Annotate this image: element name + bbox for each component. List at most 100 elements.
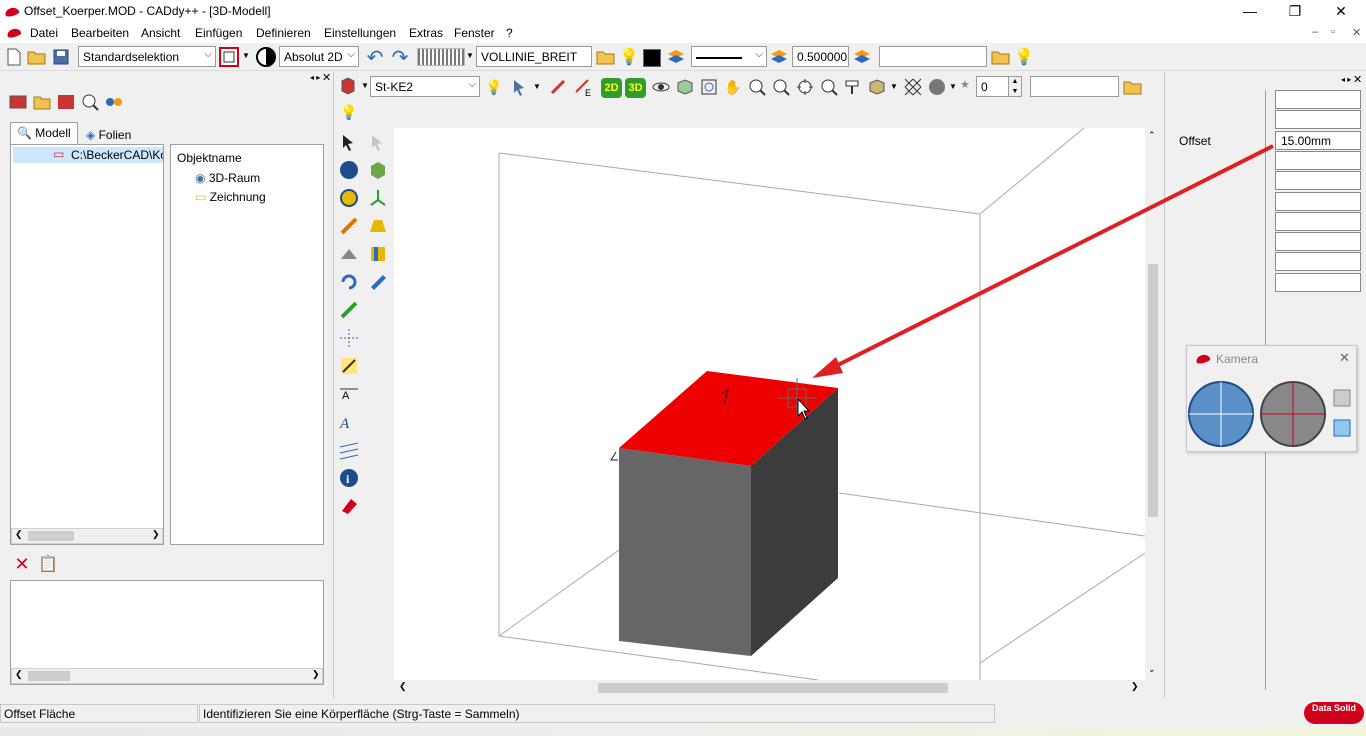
text-tool-icon[interactable]: A — [337, 410, 361, 434]
scroll-right-icon[interactable]: ❯ — [152, 529, 160, 540]
cube-front-face[interactable] — [619, 448, 751, 656]
new-file-icon[interactable] — [4, 47, 24, 67]
shading-dropdown-icon[interactable]: ▼ — [890, 82, 898, 91]
paint-roller-icon[interactable] — [843, 77, 863, 97]
line-width-field[interactable]: 0.500000 — [792, 46, 849, 67]
info-hscrollbar[interactable]: ❮ ❯ — [11, 668, 323, 684]
panel-close-icon[interactable]: ✕ — [322, 71, 331, 84]
offset-input[interactable]: 15.00mm — [1275, 131, 1361, 150]
tree-hscrollbar[interactable]: ❮ ❯ — [11, 528, 163, 544]
revolve-icon[interactable] — [337, 186, 361, 210]
pan-hand-icon[interactable]: ✋ — [723, 77, 743, 97]
folder-tree-icon[interactable] — [32, 92, 52, 112]
panel-pin-icon[interactable]: ◂ ▸ — [310, 73, 320, 82]
menu-datei[interactable]: Datei — [30, 26, 58, 40]
sketch-pencil-icon[interactable] — [337, 214, 361, 238]
undo-icon[interactable]: ↶ — [365, 47, 385, 69]
settings-tree-icon[interactable] — [104, 92, 124, 112]
prop-close-icon[interactable]: ✕ — [1353, 73, 1362, 86]
menu-bearbeiten[interactable]: Bearbeiten — [71, 26, 129, 40]
pattern-select-icon[interactable] — [417, 48, 465, 66]
delete-x-icon[interactable]: ✕ — [12, 554, 32, 574]
rotate-tools-icon[interactable] — [337, 270, 361, 294]
edit-e-icon[interactable]: E — [573, 77, 593, 97]
construction-lines-icon[interactable] — [337, 326, 361, 350]
menu-einstellungen[interactable]: Einstellungen — [324, 26, 396, 40]
layers-icon-3[interactable] — [852, 47, 872, 67]
pattern-dropdown-icon[interactable]: ▼ — [466, 51, 474, 60]
material-icon[interactable] — [338, 76, 358, 96]
surface-tool-icon[interactable] — [366, 214, 390, 238]
prop-cell-10[interactable] — [1275, 273, 1361, 292]
eraser-icon[interactable] — [337, 494, 361, 518]
search-tree-icon[interactable] — [80, 92, 100, 112]
menu-einfuegen[interactable]: Einfügen — [195, 26, 242, 40]
color-swatch[interactable] — [643, 49, 661, 67]
zoom-in-icon[interactable] — [747, 77, 767, 97]
point-tools-icon[interactable] — [337, 354, 361, 378]
hatch-tool-icon[interactable] — [337, 438, 361, 462]
hatch-icon[interactable] — [903, 77, 923, 97]
prop-cell-7[interactable] — [1275, 212, 1361, 231]
solid-sphere-icon[interactable] — [337, 158, 361, 182]
camera-close-icon[interactable]: ✕ — [1339, 350, 1350, 366]
info-scroll-thumb[interactable] — [28, 671, 70, 681]
maximize-button[interactable]: ❐ — [1272, 0, 1318, 23]
info-scroll-right-icon[interactable]: ❯ — [312, 669, 320, 680]
menu-extras[interactable]: Extras — [409, 26, 443, 40]
prop-cell-2[interactable] — [1275, 110, 1361, 129]
vscroll-up-icon[interactable]: ⌃ — [1148, 130, 1156, 141]
bulb-small-icon[interactable]: 💡 — [339, 102, 359, 122]
select-ghost-icon[interactable] — [366, 130, 390, 154]
view-folder-icon[interactable] — [1123, 77, 1143, 97]
sphere-icon[interactable] — [927, 77, 947, 97]
hscroll-right-icon[interactable]: ❯ — [1131, 681, 1139, 692]
prop-cell-8[interactable] — [1275, 232, 1361, 251]
clipboard-icon[interactable]: 📋 — [38, 554, 58, 574]
vscroll-down-icon[interactable]: ⌄ — [1148, 664, 1156, 675]
render-tool-icon[interactable] — [366, 270, 390, 294]
layer-spinner[interactable]: ▲ ▼ — [1008, 76, 1022, 97]
tab-modell[interactable]: 🔍 Modell — [10, 122, 78, 144]
arrow-dropdown-icon[interactable]: ▼ — [533, 82, 541, 91]
scroll-left-icon[interactable]: ❮ — [15, 529, 23, 540]
pencil-red-icon[interactable] — [548, 77, 568, 97]
menu-ansicht[interactable]: Ansicht — [141, 26, 180, 40]
open-folder-icon[interactable] — [27, 47, 47, 67]
object-item-zeichnung[interactable]: ▭ Zeichnung — [195, 190, 266, 204]
menu-definieren[interactable]: Definieren — [256, 26, 311, 40]
layer-bulb-icon[interactable]: 💡 — [1014, 47, 1034, 67]
hand-select-icon[interactable] — [56, 92, 76, 112]
model-view-icon[interactable] — [8, 92, 28, 112]
minimize-button[interactable]: — — [1227, 0, 1273, 23]
layers-icon-2[interactable] — [769, 47, 789, 67]
camera-cube-icon-1[interactable] — [1333, 389, 1351, 407]
menu-fenster[interactable]: Fenster — [454, 26, 495, 40]
object-item-3d-raum[interactable]: ◉ 3D-Raum — [195, 171, 260, 185]
redo-icon[interactable]: ↷ — [390, 47, 410, 69]
zoom-prev-icon[interactable] — [819, 77, 839, 97]
zoom-all-icon[interactable] — [795, 77, 815, 97]
shading-icon[interactable] — [867, 77, 887, 97]
select-dropdown-icon[interactable]: ▼ — [242, 51, 250, 60]
menu-help[interactable]: ? — [506, 26, 513, 40]
layers-icon[interactable] — [666, 47, 686, 67]
3d-viewport[interactable] — [394, 127, 1146, 681]
prop-cell-9[interactable] — [1275, 252, 1361, 271]
select-arrow-icon[interactable] — [337, 130, 361, 154]
camera-cube-icon-2[interactable] — [1333, 419, 1351, 437]
zoom-out-icon[interactable] — [771, 77, 791, 97]
prop-cell-5[interactable] — [1275, 171, 1361, 190]
line-pencil-icon[interactable] — [337, 298, 361, 322]
viewport-vscrollbar[interactable]: ⌃ ⌄ — [1145, 128, 1161, 680]
axis-tool-icon[interactable] — [366, 186, 390, 210]
viewport-hscrollbar[interactable]: ❮ ❯ — [394, 680, 1145, 696]
tab-folien[interactable]: ◈ Folien — [80, 125, 137, 145]
sphere-dropdown-icon[interactable]: ▼ — [949, 82, 957, 91]
info-icon[interactable]: i — [337, 466, 361, 490]
light-bulb-icon[interactable]: 💡 — [484, 77, 504, 97]
line-style-select[interactable]: ⌵ — [691, 46, 767, 67]
view-2d-button[interactable]: 2D — [601, 78, 622, 98]
view-search-field[interactable] — [1030, 76, 1119, 97]
vscroll-thumb[interactable] — [1148, 264, 1158, 517]
